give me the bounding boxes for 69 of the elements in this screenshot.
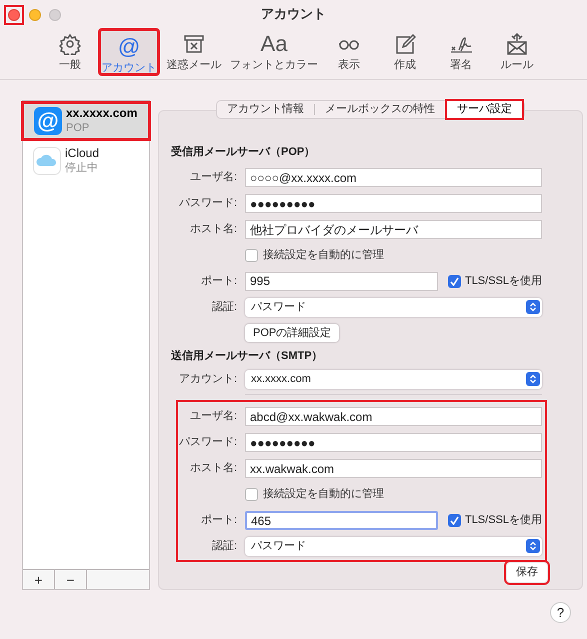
field-label: ユーザ名:: [190, 170, 237, 183]
input-field[interactable]: 995: [245, 272, 438, 290]
field-label: ポート:: [200, 514, 237, 526]
account-row[interactable]: iCloud 停止中: [23, 141, 149, 181]
trash-bin-icon: [183, 33, 205, 55]
dropdown[interactable]: パスワード: [245, 536, 542, 556]
account-status: POP: [66, 121, 90, 136]
toolbar-tab[interactable]: 作成: [378, 28, 432, 76]
envelope-arrows-icon: [506, 33, 528, 55]
checkmark-icon: [450, 516, 460, 524]
toolbar-tab[interactable]: ルール: [490, 28, 544, 76]
at-sign-icon: @: [34, 107, 62, 135]
input-field[interactable]: ○○○○@xx.xxxx.com: [245, 168, 542, 186]
field-label: ホスト名:: [190, 222, 237, 235]
checkbox-label: 接続設定を自動的に管理: [263, 486, 384, 502]
save-button[interactable]: 保存: [507, 563, 547, 582]
input-field[interactable]: abcd@xx.wakwak.com: [245, 406, 542, 426]
tab[interactable]: サーバ設定: [445, 99, 524, 120]
checkbox[interactable]: [245, 248, 258, 262]
field-label: 認証:: [212, 540, 237, 552]
field-label: パスワード:: [178, 196, 237, 209]
section-heading: 受信用メールサーバ（POP）: [171, 144, 316, 160]
tab[interactable]: メールボックスの特性: [315, 100, 445, 119]
checkbox[interactable]: [448, 514, 461, 526]
field-label: 認証:: [212, 300, 237, 313]
checkbox[interactable]: [245, 488, 258, 500]
toolbar-tab[interactable]: 署名: [432, 28, 490, 76]
field-label: ホスト名:: [190, 462, 237, 474]
checkbox-label: TLS/SSLを使用: [464, 274, 542, 289]
glyph-icon: @: [118, 35, 140, 59]
checkbox-label: 接続設定を自動的に管理: [263, 248, 384, 263]
input-field[interactable]: 他社プロバイダのメールサーバ: [245, 220, 542, 238]
input-field[interactable]: 465: [245, 510, 438, 530]
input-field[interactable]: ●●●●●●●●●: [245, 432, 542, 452]
checkmark-icon: [450, 276, 460, 286]
gear-icon: [59, 33, 81, 55]
toolbar-tab[interactable]: 迷惑メール: [160, 28, 228, 76]
toolbar-tab[interactable]: Aa フォントとカラー: [228, 28, 320, 76]
stepper-arrows-icon: [526, 300, 540, 314]
field-label: アカウント:: [178, 372, 237, 385]
window-title: アカウント: [261, 5, 326, 24]
tab[interactable]: アカウント情報: [217, 100, 314, 119]
button[interactable]: POPの詳細設定: [245, 324, 340, 342]
checkbox[interactable]: [448, 274, 461, 288]
account-name: iCloud: [65, 146, 100, 161]
help-button[interactable]: ?: [550, 602, 571, 623]
dropdown[interactable]: パスワード: [245, 298, 542, 316]
input-field[interactable]: ●●●●●●●●●: [245, 194, 542, 212]
compose-icon: [394, 33, 416, 55]
stepper-arrows-icon: [526, 372, 540, 386]
field-label: パスワード:: [178, 436, 237, 448]
list-button[interactable]: −: [55, 570, 87, 589]
toolbar-tab[interactable]: 一般: [42, 28, 98, 76]
field-label: ポート:: [200, 274, 237, 287]
list-button[interactable]: +: [23, 570, 55, 589]
zoom-button[interactable]: [49, 9, 61, 21]
section-heading: 送信用メールサーバ（SMTP）: [171, 348, 324, 364]
toolbar-tab[interactable]: 表示: [320, 28, 378, 76]
dropdown[interactable]: xx.xxxx.com: [245, 370, 542, 388]
cloud-icon: [33, 147, 61, 175]
minimize-button[interactable]: [29, 9, 41, 21]
field-label: ユーザ名:: [190, 410, 237, 422]
input-field[interactable]: xx.wakwak.com: [245, 458, 542, 478]
stepper-arrows-icon: [526, 539, 540, 553]
account-status: 停止中: [65, 161, 99, 176]
glyph-icon: Aa: [260, 32, 288, 56]
account-name: xx.xxxx.com: [66, 106, 138, 121]
close-button[interactable]: [4, 5, 24, 25]
checkbox-label: TLS/SSLを使用: [464, 512, 542, 528]
